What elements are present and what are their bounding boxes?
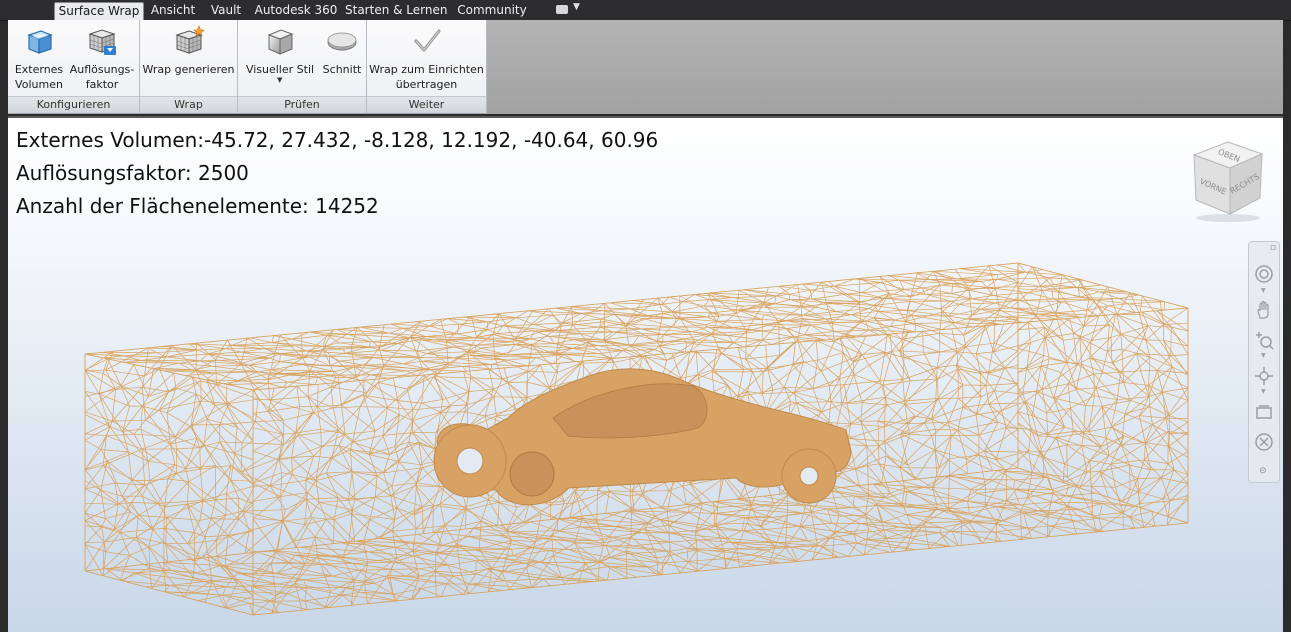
viewcube-widget[interactable]: OBEN VORNE RECHTS <box>1188 138 1268 222</box>
navigation-bar: ▫ ▼ ▼ ▼ ⊝ <box>1248 241 1280 483</box>
ribbon-tab-bar: Surface Wrap Ansicht Vault Autodesk 360 … <box>0 0 1291 21</box>
external-volume-icon <box>23 25 55 57</box>
panel-title-pruefen: Prüfen <box>238 96 366 113</box>
chevron-down-icon[interactable]: ▼ <box>573 2 580 12</box>
visueller-stil-label: Visueller Stil <box>242 62 318 77</box>
tab-ansicht[interactable]: Ansicht <box>146 2 200 20</box>
wrap-generate-icon <box>173 25 205 57</box>
wrap-uebertragen-label: Wrap zum Einrichten übertragen <box>367 62 486 92</box>
panel-konfigurieren: Externes Volumen Auflösungs- faktor Konf… <box>8 20 140 114</box>
car-model <box>434 369 851 505</box>
graphics-viewport[interactable]: Externes Volumen:-45.72, 27.432, -8.128,… <box>8 116 1283 632</box>
wrap-generieren-label: Wrap generieren <box>140 62 237 77</box>
aufloesungsfaktor-label: Auflösungs- faktor <box>68 62 136 92</box>
visueller-stil-button[interactable]: Visueller Stil ▼ <box>242 20 318 96</box>
section-disc-icon <box>326 25 358 57</box>
tab-vault[interactable]: Vault <box>205 2 247 20</box>
chevron-down-icon[interactable]: ▼ <box>1261 352 1266 359</box>
panel-wrap: Wrap generieren Wrap <box>140 20 238 114</box>
panel-title-wrap: Wrap <box>140 96 237 113</box>
wrap-uebertragen-button[interactable]: Wrap zum Einrichten übertragen <box>367 20 486 96</box>
externes-volumen-button[interactable]: Externes Volumen <box>10 20 68 96</box>
view-face-icon[interactable] <box>1254 402 1274 422</box>
tab-community[interactable]: Community <box>453 2 531 20</box>
steering-wheel-icon[interactable] <box>1254 264 1274 284</box>
resolution-mesh-icon <box>86 25 118 57</box>
aufloesungsfaktor-button[interactable]: Auflösungs- faktor <box>68 20 136 96</box>
tab-starten-lernen[interactable]: Starten & Lernen <box>345 2 445 20</box>
look-at-icon[interactable] <box>1254 432 1274 452</box>
zoom-icon[interactable] <box>1254 330 1274 350</box>
chevron-down-icon[interactable]: ▼ <box>1261 287 1266 294</box>
orbit-icon[interactable] <box>1254 366 1274 386</box>
schnitt-button[interactable]: Schnitt <box>320 20 364 96</box>
close-icon[interactable]: ▫ <box>1270 243 1276 253</box>
tab-surface-wrap[interactable]: Surface Wrap <box>54 2 144 21</box>
wrap-mesh-model[interactable] <box>8 118 1283 632</box>
externes-volumen-label: Externes Volumen <box>10 62 68 92</box>
panel-title-weiter: Weiter <box>367 96 486 113</box>
panel-title-konfigurieren: Konfigurieren <box>8 96 139 113</box>
panel-toggle-button[interactable] <box>556 5 568 14</box>
checkmark-icon <box>411 25 443 57</box>
panel-weiter: Wrap zum Einrichten übertragen Weiter <box>367 20 487 114</box>
ribbon: Externes Volumen Auflösungs- faktor Konf… <box>8 20 1283 114</box>
visual-style-cube-icon <box>264 25 296 57</box>
tab-autodesk-360[interactable]: Autodesk 360 <box>253 2 339 20</box>
panel-pruefen: Visueller Stil ▼ Schnitt Prüfen <box>238 20 367 114</box>
chevron-down-icon[interactable]: ▼ <box>1261 388 1266 395</box>
chevron-down-icon[interactable]: ▼ <box>277 76 282 84</box>
pan-hand-icon[interactable] <box>1254 300 1274 320</box>
navbar-options-icon[interactable]: ⊝ <box>1259 466 1267 476</box>
schnitt-label: Schnitt <box>320 62 364 77</box>
wrap-generieren-button[interactable]: Wrap generieren <box>140 20 237 96</box>
